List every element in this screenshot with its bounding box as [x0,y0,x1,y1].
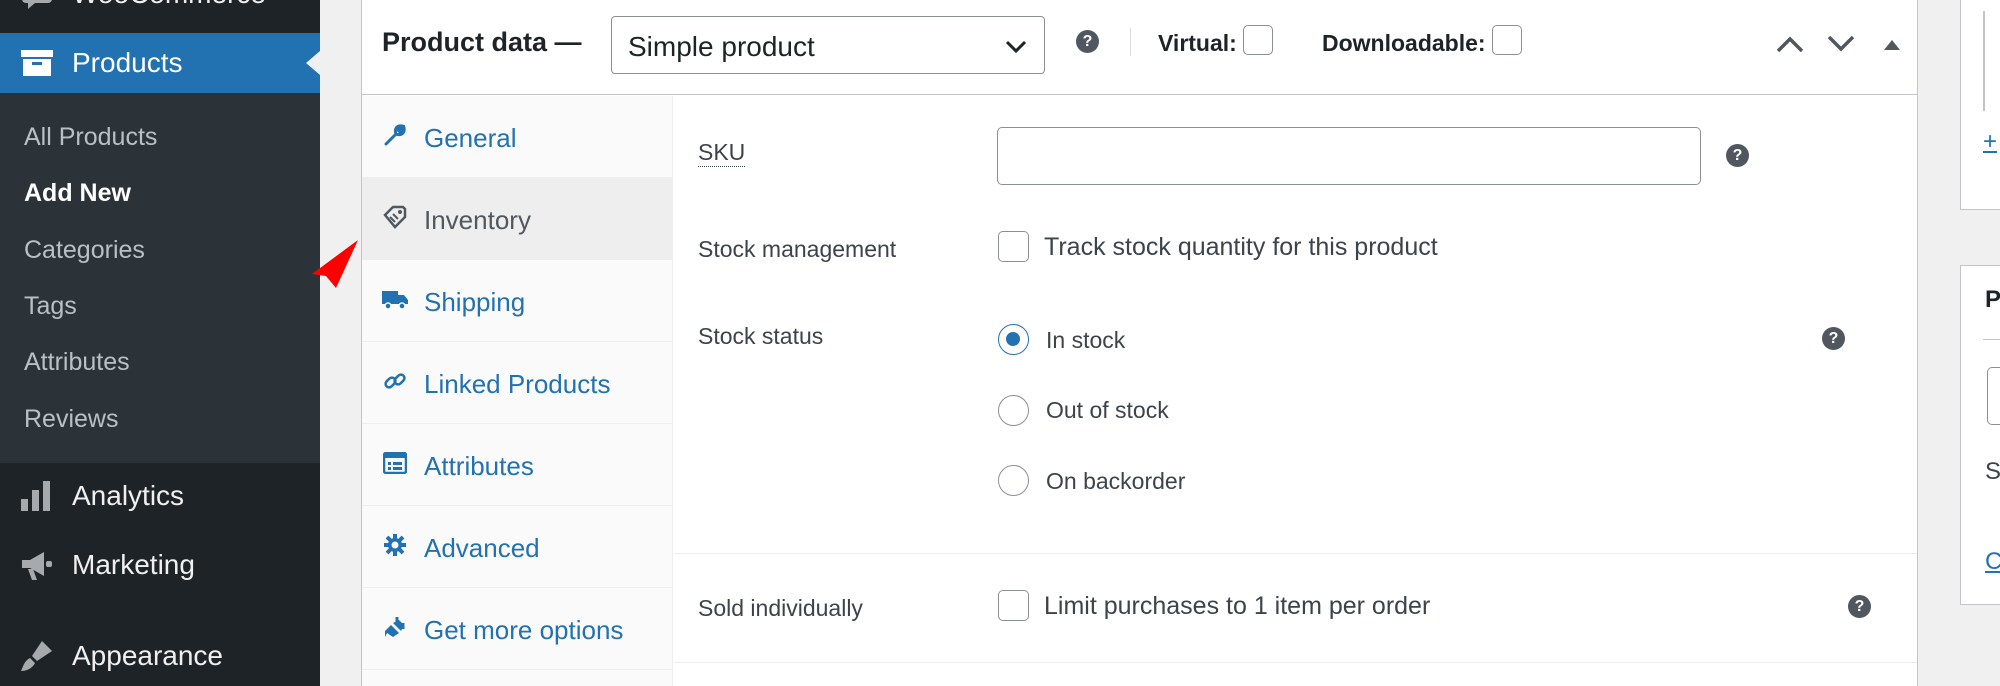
scrollbar-track [1983,11,1985,111]
tab-get-more-options[interactable]: Get more options [362,588,673,670]
side-input-fragment[interactable] [1987,367,2000,425]
sold-individually-checkbox-label: Limit purchases to 1 item per order [1044,592,1431,620]
sold-individually-checkbox[interactable] [998,590,1029,621]
virtual-checkbox[interactable] [1243,25,1273,55]
tab-advanced[interactable]: Advanced [362,506,673,588]
radio-on-backorder[interactable] [998,465,1029,496]
chevron-down-icon [1005,40,1027,54]
menu-products-label: Products [72,47,183,78]
tab-inventory-label: Inventory [424,205,531,235]
track-stock-checkbox[interactable] [998,231,1029,262]
sold-individually-label: Sold individually [698,595,863,621]
side-box-lower: P S C [1960,265,2000,605]
menu-analytics[interactable]: Analytics [0,468,320,524]
truck-icon [382,286,408,312]
radio-in-stock-label: In stock [1046,327,1126,353]
radio-out-of-stock-label: Out of stock [1046,397,1169,423]
virtual-label: Virtual: [1158,30,1237,56]
tab-inventory[interactable]: Inventory [362,178,673,260]
product-data-title: Product data — [382,27,582,57]
collapse-toggle-icon[interactable] [1875,29,1909,59]
menu-marketing-label: Marketing [72,549,195,580]
sold-individually-help-icon[interactable]: ? [1848,595,1871,618]
bar-chart-icon [20,479,54,513]
menu-woocommerce-label: WooCommerce [72,0,266,10]
menu-analytics-label: Analytics [72,480,185,511]
products-submenu: All Products Add New Categories Tags Att… [0,93,320,463]
submenu-all-products[interactable]: All Products [24,123,157,152]
list-icon [382,450,408,476]
tab-linked-products-label: Linked Products [424,369,611,399]
tab-attributes[interactable]: Attributes [362,424,673,506]
megaphone-icon [20,548,54,582]
sku-input[interactable] [997,127,1701,185]
radio-out-of-stock[interactable] [998,395,1029,426]
tab-general-label: General [424,123,517,153]
sku-label: SKU [698,139,746,167]
sku-help-icon[interactable]: ? [1726,144,1749,167]
product-type-select[interactable]: Simple product [611,16,1045,74]
woocommerce-icon [20,0,54,11]
inventory-panel: SKU ? Stock management Track stock quant… [674,96,1917,686]
submenu-tags[interactable]: Tags [24,292,77,321]
gear-icon [382,532,408,558]
tab-shipping[interactable]: Shipping [362,260,673,342]
product-data-tabs: General Inventory Shipping Linked Produc… [362,96,673,686]
stock-status-help-icon[interactable]: ? [1822,327,1845,350]
submenu-attributes[interactable]: Attributes [24,348,130,377]
section-divider [674,553,1917,554]
plugin-icon [382,614,408,640]
stock-status-label: Stock status [698,323,824,349]
downloadable-label: Downloadable: [1322,30,1486,56]
menu-products[interactable]: Products [0,33,320,93]
tag-icon [382,204,408,230]
section-divider [674,662,1917,663]
downloadable-checkbox[interactable] [1492,25,1522,55]
side-box-title-fragment: P [1985,286,2000,313]
side-link-fragment[interactable]: C [1985,548,2000,576]
menu-appearance[interactable]: Appearance [0,628,320,684]
menu-woocommerce[interactable]: WooCommerce [0,0,320,14]
link-icon [382,368,408,394]
tab-get-more-options-label: Get more options [424,615,624,645]
paintbrush-icon [20,639,54,673]
move-down-icon[interactable] [1824,29,1858,59]
help-tip-icon[interactable]: ? [1076,30,1099,53]
side-box-divider [1983,339,2000,340]
stock-management-label: Stock management [698,236,897,262]
side-text-fragment: S [1985,458,2000,485]
archive-icon [20,46,54,80]
menu-appearance-label: Appearance [72,640,224,671]
current-menu-arrow [306,51,320,75]
tab-shipping-label: Shipping [424,287,526,317]
radio-on-backorder-label: On backorder [1046,468,1186,494]
submenu-reviews[interactable]: Reviews [24,405,118,434]
tab-linked-products[interactable]: Linked Products [362,342,673,424]
wrench-icon [382,122,408,148]
product-data-box: Product data — Simple product ? Virtual:… [361,0,1918,686]
admin-sidebar: WooCommerce Products All Products Add Ne… [0,0,320,686]
submenu-categories[interactable]: Categories [24,236,145,265]
menu-marketing[interactable]: Marketing [0,537,320,593]
header-divider [1130,28,1131,56]
add-link-fragment[interactable]: + [1983,128,1997,156]
move-up-icon[interactable] [1773,29,1807,59]
tab-general[interactable]: General [362,96,673,178]
red-pointer-arrow [312,240,358,288]
product-data-header: Product data — Simple product ? Virtual:… [362,0,1917,95]
side-box-upper: + [1960,0,2000,210]
tab-attributes-label: Attributes [424,451,534,481]
product-type-value: Simple product [628,31,815,62]
track-stock-label: Track stock quantity for this product [1044,233,1438,261]
tab-advanced-label: Advanced [424,533,540,563]
radio-in-stock[interactable] [998,324,1029,355]
submenu-add-new[interactable]: Add New [24,179,131,208]
